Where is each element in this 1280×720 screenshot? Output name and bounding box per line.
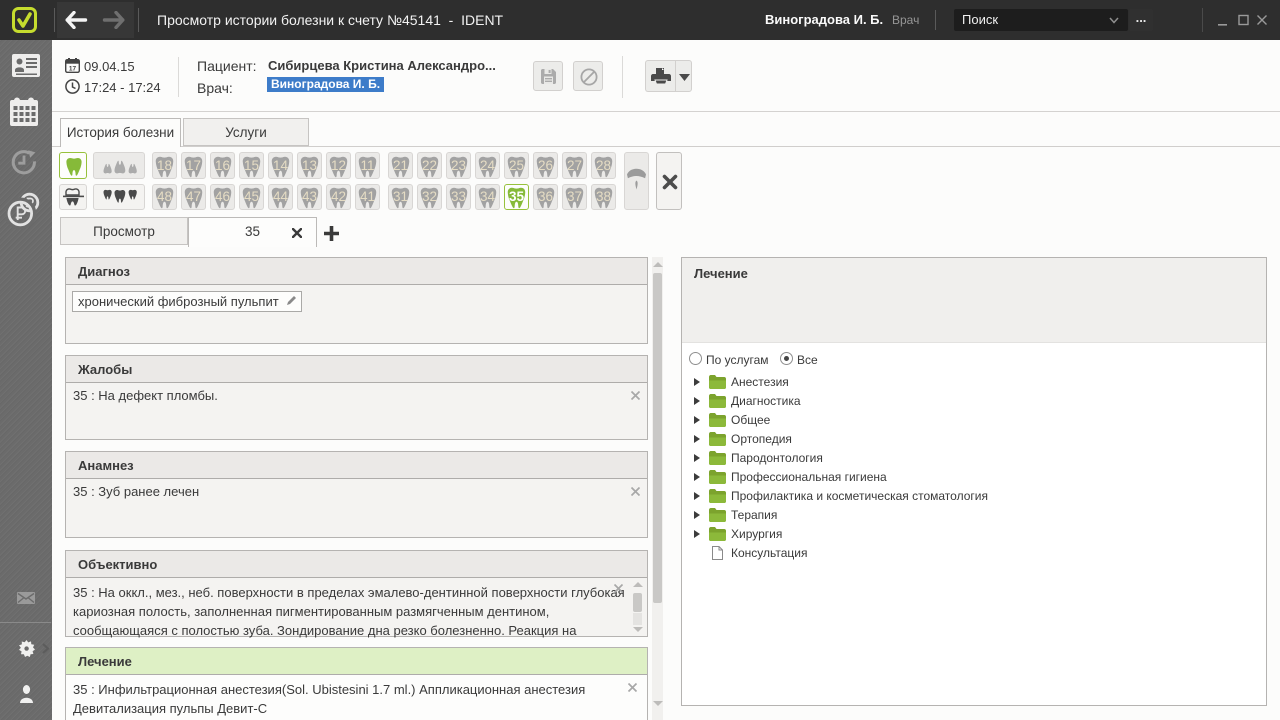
svg-text:17: 17 <box>69 66 77 73</box>
